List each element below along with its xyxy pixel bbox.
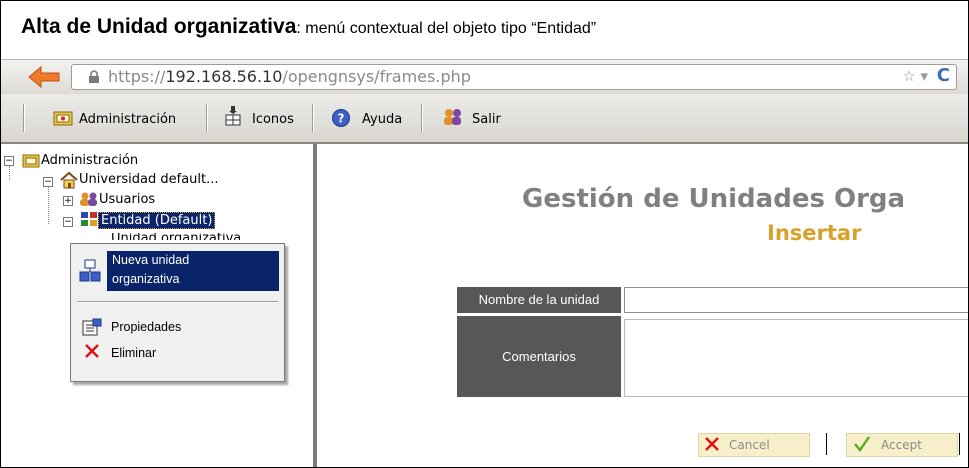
org-unit-icon: [79, 259, 101, 282]
toolbar-separator: [421, 104, 423, 132]
toolbar-separator: [312, 104, 314, 132]
context-menu-item-delete[interactable]: Eliminar: [111, 346, 156, 360]
reload-icon[interactable]: C: [937, 65, 950, 86]
lock-icon: [89, 70, 99, 83]
users-icon: [80, 192, 97, 206]
context-menu: Nueva unidad organizativa Propiedades El…: [70, 243, 285, 382]
page-title: Gestión de Unidades Orga: [522, 184, 906, 214]
screenshot-frame: Alta de Unidad organizativa: menú contex…: [0, 0, 969, 468]
toolbar-separator: [206, 104, 208, 132]
collapse-toggle[interactable]: −: [4, 156, 14, 166]
context-menu-item-properties[interactable]: Propiedades: [111, 320, 181, 334]
url-text: https://192.168.56.10/opengnsys/frames.p…: [108, 67, 471, 86]
browser-url-bar: https://192.168.56.10/opengnsys/frames.p…: [1, 59, 968, 95]
app-toolbar: Administración Iconos ? Ayuda Salir: [1, 94, 968, 144]
back-arrow-icon: [28, 65, 60, 89]
page-subtitle: Insertar: [767, 221, 862, 245]
bookmark-star-icon[interactable]: ☆ ▾: [902, 67, 928, 85]
exit-icon: [444, 109, 461, 125]
button-separator: [826, 433, 827, 455]
collapse-toggle[interactable]: −: [63, 217, 73, 227]
button-separator: [959, 433, 960, 455]
comentarios-textarea[interactable]: [624, 319, 968, 397]
context-menu-separator: [77, 301, 278, 303]
entity-icon: [81, 212, 97, 226]
toolbar-separator: [23, 104, 25, 132]
url-field[interactable]: https://192.168.56.10/opengnsys/frames.p…: [71, 64, 957, 90]
tree-node-unidad-organizativa[interactable]: Unidad organizativa: [111, 233, 241, 240]
tree-node-usuarios[interactable]: Usuarios: [99, 192, 155, 207]
figure-caption: Alta de Unidad organizativa: menú contex…: [21, 15, 596, 39]
help-icon: ?: [332, 109, 350, 127]
tree-node-entidad-selected[interactable]: Entidad (Default): [98, 212, 216, 229]
caption-description: : menú contextual del objeto tipo “Entid…: [296, 20, 597, 37]
cancel-x-icon: [705, 437, 719, 451]
home-icon: [60, 171, 78, 189]
admin-folder-icon: [22, 154, 40, 168]
icons-icon: [225, 106, 241, 126]
accept-button[interactable]: Accept: [846, 433, 958, 457]
expand-toggle[interactable]: +: [63, 196, 73, 206]
caption-title: Alta de Unidad organizativa: [21, 15, 297, 38]
content-frame: Gestión de Unidades Orga Insertar Nombre…: [317, 144, 968, 467]
properties-icon: [82, 318, 102, 336]
label-nombre-unidad: Nombre de la unidad: [457, 287, 621, 313]
context-menu-item-new-unit[interactable]: Nueva unidad organizativa: [107, 251, 279, 291]
label-comentarios: Comentarios: [457, 316, 621, 397]
delete-x-icon: [85, 344, 99, 358]
back-button[interactable]: [25, 64, 63, 90]
svg-text:?: ?: [338, 112, 345, 126]
cancel-button[interactable]: Cancel: [698, 433, 810, 457]
admin-icon: [53, 111, 73, 126]
nombre-unidad-input[interactable]: [624, 287, 968, 313]
tree-node-administracion[interactable]: Administración: [41, 153, 138, 168]
checkmark-icon: [854, 436, 870, 452]
tree-node-universidad[interactable]: Universidad default...: [79, 172, 219, 187]
collapse-toggle[interactable]: −: [43, 177, 53, 187]
